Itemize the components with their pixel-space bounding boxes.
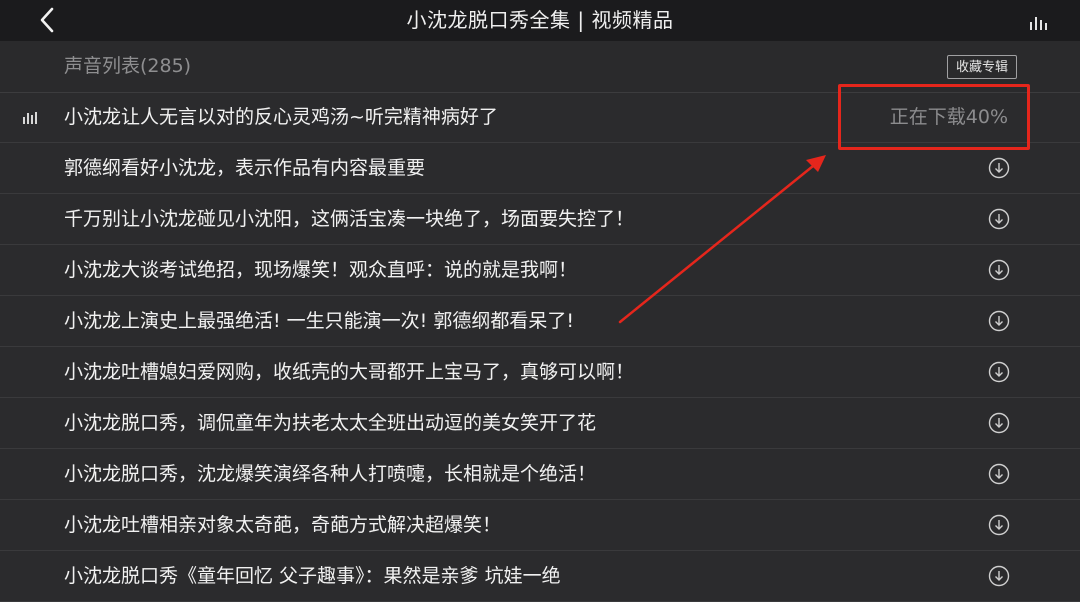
track-list: 小沈龙让人无言以对的反心灵鸡汤~听完精神病好了 正在下载40% 郭德纲看好小沈龙… — [0, 92, 1080, 602]
track-row[interactable]: 千万别让小沈龙碰见小沈阳，这俩活宝凑一块绝了，场面要失控了！ — [0, 194, 1080, 245]
track-list-header: 声音列表(285) 收藏专辑 — [0, 41, 1080, 93]
download-circle-icon[interactable] — [988, 514, 1010, 536]
download-status: 正在下载40% — [889, 106, 1008, 128]
track-row[interactable]: 小沈龙脱口秀《童年回忆 父子趣事》：果然是亲爹 坑娃一绝 — [0, 551, 1080, 602]
track-row[interactable]: 郭德纲看好小沈龙，表示作品有内容最重要 — [0, 143, 1080, 194]
download-circle-icon[interactable] — [988, 310, 1010, 332]
download-circle-icon[interactable] — [988, 361, 1010, 383]
top-bar: 小沈龙脱口秀全集 | 视频精品 — [0, 0, 1080, 41]
equalizer-icon — [23, 112, 37, 124]
collect-album-button[interactable]: 收藏专辑 — [947, 55, 1017, 79]
track-title: 小沈龙大谈考试绝招，现场爆笑！观众直呼：说的就是我啊！ — [64, 259, 578, 281]
track-row[interactable]: 小沈龙脱口秀，沈龙爆笑演绎各种人打喷嚏，长相就是个绝活！ — [0, 449, 1080, 500]
track-title: 小沈龙吐槽相亲对象太奇葩，奇葩方式解决超爆笑！ — [64, 514, 502, 536]
track-title: 郭德纲看好小沈龙，表示作品有内容最重要 — [64, 157, 426, 179]
page-title: 小沈龙脱口秀全集 | 视频精品 — [406, 8, 674, 32]
track-title: 千万别让小沈龙碰见小沈阳，这俩活宝凑一块绝了，场面要失控了！ — [64, 208, 635, 230]
track-row[interactable]: 小沈龙吐槽相亲对象太奇葩，奇葩方式解决超爆笑！ — [0, 500, 1080, 551]
track-title: 小沈龙脱口秀，调侃童年为扶老太太全班出动逗的美女笑开了花 — [64, 412, 597, 434]
track-title: 小沈龙上演史上最强绝活! 一生只能演一次! 郭德纲都看呆了! — [64, 310, 574, 332]
track-row-playing[interactable]: 小沈龙让人无言以对的反心灵鸡汤~听完精神病好了 正在下载40% — [0, 92, 1080, 143]
equalizer-icon[interactable] — [1028, 12, 1050, 30]
download-circle-icon[interactable] — [988, 208, 1010, 230]
track-title: 小沈龙让人无言以对的反心灵鸡汤~听完精神病好了 — [64, 106, 498, 128]
download-circle-icon[interactable] — [988, 412, 1010, 434]
download-circle-icon[interactable] — [988, 565, 1010, 587]
track-title: 小沈龙脱口秀《童年回忆 父子趣事》：果然是亲爹 坑娃一绝 — [64, 565, 561, 587]
track-row[interactable]: 小沈龙上演史上最强绝活! 一生只能演一次! 郭德纲都看呆了! — [0, 296, 1080, 347]
download-circle-icon[interactable] — [988, 463, 1010, 485]
track-row[interactable]: 小沈龙吐槽媳妇爱网购，收纸壳的大哥都开上宝马了，真够可以啊！ — [0, 347, 1080, 398]
download-circle-icon[interactable] — [988, 157, 1010, 179]
track-title: 小沈龙脱口秀，沈龙爆笑演绎各种人打喷嚏，长相就是个绝活！ — [64, 463, 597, 485]
track-row[interactable]: 小沈龙脱口秀，调侃童年为扶老太太全班出动逗的美女笑开了花 — [0, 398, 1080, 449]
track-count-label: 声音列表(285) — [64, 55, 192, 77]
download-circle-icon[interactable] — [988, 259, 1010, 281]
track-title: 小沈龙吐槽媳妇爱网购，收纸壳的大哥都开上宝马了，真够可以啊！ — [64, 361, 635, 383]
track-row[interactable]: 小沈龙大谈考试绝招，现场爆笑！观众直呼：说的就是我啊！ — [0, 245, 1080, 296]
